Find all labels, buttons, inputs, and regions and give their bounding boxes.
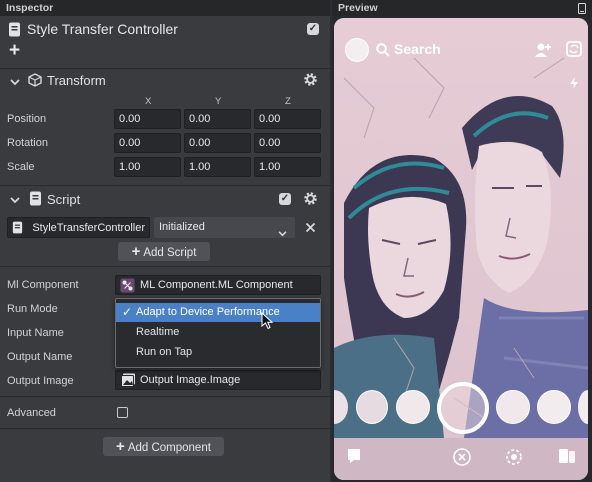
script-icon xyxy=(29,191,42,209)
lens-thumbnail[interactable] xyxy=(396,390,430,424)
gear-icon[interactable] xyxy=(303,191,318,209)
script-object-icon xyxy=(8,22,21,37)
script-state-dropdown[interactable]: Initialized xyxy=(154,217,295,238)
divider xyxy=(0,396,330,397)
rotation-x-field[interactable]: 0.00 xyxy=(114,133,181,153)
column-x: X xyxy=(145,96,152,107)
run-mode-option-run-on-tap[interactable]: Run on Tap xyxy=(116,343,320,362)
script-title: Script xyxy=(47,192,81,207)
ml-component-field[interactable]: ML Component.ML Component xyxy=(115,275,321,295)
chevron-down-icon[interactable] xyxy=(10,77,20,89)
input-name-label: Input Name xyxy=(7,327,64,339)
add-script-button[interactable]: + Add Script xyxy=(118,242,210,261)
scale-label: Scale xyxy=(7,161,35,173)
script-section-header[interactable]: Script ✓ xyxy=(0,187,330,211)
add-component-label: Add Component xyxy=(127,442,211,454)
run-mode-menu[interactable]: ✓ Adapt to Device Performance Realtime R… xyxy=(115,298,321,368)
inspector-panel: Inspector Style Transfer Controller ✓ + … xyxy=(0,0,330,482)
run-mode-option-label: Run on Tap xyxy=(136,346,193,358)
plus-icon: + xyxy=(116,438,125,455)
image-icon xyxy=(121,373,136,393)
run-mode-option-label: Adapt to Device Performance xyxy=(136,306,280,318)
avatar[interactable] xyxy=(345,38,369,62)
object-enabled-checkbox[interactable]: ✓ xyxy=(307,23,319,35)
preview-panel: Preview Search xyxy=(332,0,592,482)
advanced-checkbox[interactable] xyxy=(117,407,128,418)
device-icon[interactable] xyxy=(578,3,586,17)
scale-x-field[interactable]: 1.00 xyxy=(114,157,181,177)
run-mode-label: Run Mode xyxy=(7,303,58,315)
scale-z-field[interactable]: 1.00 xyxy=(254,157,321,177)
divider xyxy=(0,185,330,186)
position-y-field[interactable]: 0.00 xyxy=(184,109,251,129)
run-mode-option-adapt[interactable]: ✓ Adapt to Device Performance xyxy=(116,303,320,322)
lens-explore-icon[interactable] xyxy=(505,447,525,469)
transform-title: Transform xyxy=(47,73,106,88)
object-name[interactable]: Style Transfer Controller xyxy=(27,21,178,37)
plus-icon: + xyxy=(131,243,141,260)
run-mode-option-label: Realtime xyxy=(136,326,180,338)
lens-thumbnail[interactable] xyxy=(537,390,571,424)
run-mode-option-realtime[interactable]: Realtime xyxy=(116,323,320,342)
stories-icon[interactable] xyxy=(558,448,576,467)
column-z: Z xyxy=(285,96,291,107)
output-image-label: Output Image xyxy=(7,375,74,387)
divider xyxy=(0,428,330,429)
output-image-field[interactable]: Output Image.Image xyxy=(115,370,321,390)
rotation-y-field[interactable]: 0.00 xyxy=(184,133,251,153)
gear-icon[interactable] xyxy=(303,72,318,90)
position-label: Position xyxy=(7,113,47,125)
output-image-value: Output Image.Image xyxy=(140,374,241,386)
chevron-down-icon xyxy=(278,225,287,243)
divider xyxy=(0,266,330,267)
chat-icon[interactable] xyxy=(347,448,361,467)
flip-camera-icon[interactable] xyxy=(566,40,582,61)
scale-y-field[interactable]: 1.00 xyxy=(184,157,251,177)
capture-button[interactable] xyxy=(437,382,489,434)
rotation-z-field[interactable]: 0.00 xyxy=(254,133,321,153)
close-icon[interactable] xyxy=(305,222,316,236)
transform-icon xyxy=(28,73,42,90)
flash-icon[interactable] xyxy=(568,76,580,93)
script-enabled-checkbox[interactable]: ✓ xyxy=(279,193,291,205)
column-y: Y xyxy=(215,96,222,107)
lens-thumbnail[interactable] xyxy=(356,390,388,424)
search-icon[interactable] xyxy=(376,43,390,60)
rotation-label: Rotation xyxy=(7,137,48,149)
script-icon xyxy=(12,221,23,237)
lens-thumbnail[interactable] xyxy=(496,390,530,424)
preview-viewport[interactable]: Search xyxy=(334,18,588,480)
script-state-value: Initialized xyxy=(159,221,205,233)
object-header: Style Transfer Controller ✓ + xyxy=(0,16,330,68)
advanced-label: Advanced xyxy=(7,407,56,419)
ml-component-value: ML Component.ML Component xyxy=(140,279,293,291)
script-asset-field[interactable]: StyleTransferController xyxy=(7,217,150,238)
add-component-button[interactable]: + Add Component xyxy=(103,437,224,456)
output-name-label: Output Name xyxy=(7,351,73,363)
close-lens-icon[interactable] xyxy=(453,448,471,469)
position-x-field[interactable]: 0.00 xyxy=(114,109,181,129)
preview-header: Preview xyxy=(332,0,592,16)
position-z-field[interactable]: 0.00 xyxy=(254,109,321,129)
ml-component-icon xyxy=(120,278,135,299)
script-asset-name: StyleTransferController xyxy=(32,222,145,234)
transform-section-header[interactable]: Transform xyxy=(0,69,330,93)
add-script-label: Add Script xyxy=(143,247,197,259)
search-label[interactable]: Search xyxy=(394,41,441,57)
mouse-cursor-icon xyxy=(261,311,274,333)
ml-component-label: Ml Component xyxy=(7,279,79,291)
chevron-down-icon[interactable] xyxy=(10,195,20,207)
inspector-header: Inspector xyxy=(0,0,330,16)
add-icon[interactable]: + xyxy=(9,40,20,62)
checkmark-icon: ✓ xyxy=(122,305,133,319)
add-friend-icon[interactable] xyxy=(534,42,552,61)
